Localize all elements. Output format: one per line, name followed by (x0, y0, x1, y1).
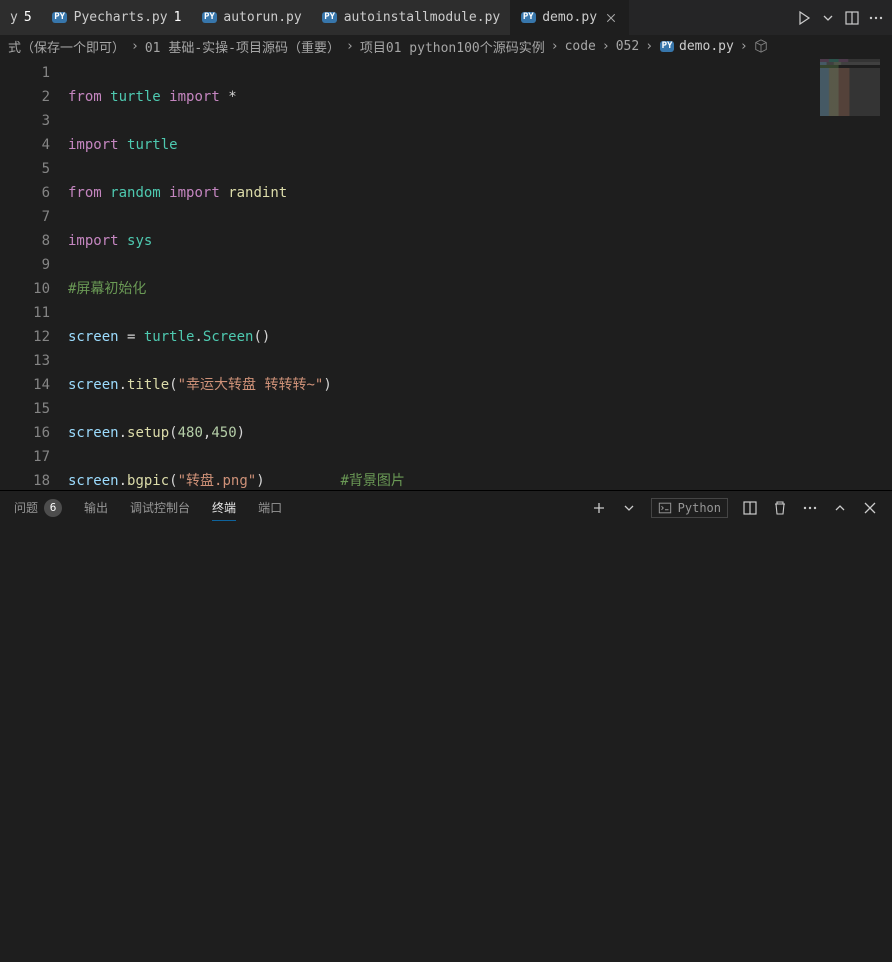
terminal-kind[interactable]: Python (651, 498, 728, 518)
split-editor-icon[interactable] (844, 10, 860, 26)
line-number: 16 (0, 421, 50, 445)
python-icon: PY (52, 10, 68, 26)
tab-label: Pyecharts.py (74, 10, 168, 25)
python-icon: PY (659, 38, 675, 54)
breadcrumb-file[interactable]: PY demo.py (659, 38, 734, 54)
run-button[interactable] (796, 10, 812, 26)
terminal-kind-label: Python (678, 501, 721, 515)
line-number: 2 (0, 85, 50, 109)
tab-autoinstallmodule[interactable]: PY autoinstallmodule.py (312, 0, 511, 35)
tab-label: autorun.py (223, 10, 301, 25)
tab-spacer (629, 0, 788, 35)
panel-tab-label: 问题 (14, 499, 38, 516)
python-icon: PY (322, 10, 338, 26)
terminal-body[interactable] (0, 524, 892, 962)
close-panel-icon[interactable] (862, 500, 878, 516)
line-number: 3 (0, 109, 50, 133)
panel-tab-debug[interactable]: 调试控制台 (130, 495, 190, 520)
panel-tabs: 问题 6 输出 调试控制台 终端 端口 Python (0, 491, 892, 524)
bottom-panel: 问题 6 输出 调试控制台 终端 端口 Python (0, 490, 892, 962)
panel-tab-problems[interactable]: 问题 6 (14, 495, 62, 521)
breadcrumbs: 式（保存一个即可） › 01 基础-实操-项目源码（重要） › 项目01 pyt… (0, 35, 892, 57)
chevron-right-icon: › (643, 39, 655, 54)
line-number: 17 (0, 445, 50, 469)
tab-modified-count: 5 (24, 10, 32, 25)
breadcrumb-item[interactable]: code (565, 39, 596, 54)
panel-tab-label: 调试控制台 (130, 499, 190, 516)
chevron-right-icon: › (549, 39, 561, 54)
line-number: 6 (0, 181, 50, 205)
cube-icon[interactable] (754, 39, 768, 53)
panel-tab-output[interactable]: 输出 (84, 495, 108, 520)
line-number: 8 (0, 229, 50, 253)
chevron-down-icon[interactable] (820, 10, 836, 26)
line-number: 14 (0, 373, 50, 397)
breadcrumb-item[interactable]: 式（保存一个即可） (8, 37, 125, 56)
line-gutter: 1 2 3 4 5 6 7 8 9 10 11 12 13 14 15 16 1… (0, 57, 68, 490)
tab-demo[interactable]: PY demo.py (510, 0, 629, 35)
line-number: 10 (0, 277, 50, 301)
line-number: 18 (0, 469, 50, 490)
python-icon: PY (201, 10, 217, 26)
line-number: 13 (0, 349, 50, 373)
line-number: 11 (0, 301, 50, 325)
line-number: 4 (0, 133, 50, 157)
editor-actions (788, 0, 892, 35)
breadcrumb-label: demo.py (679, 39, 734, 54)
chevron-down-icon[interactable] (621, 500, 637, 516)
panel-actions: Python (591, 498, 878, 518)
tab-label: autoinstallmodule.py (344, 10, 501, 25)
panel-tab-label: 输出 (84, 499, 108, 516)
chevron-right-icon: › (344, 39, 356, 54)
line-number: 15 (0, 397, 50, 421)
line-number: 1 (0, 61, 50, 85)
code-area[interactable]: from turtle import * import turtle from … (68, 57, 892, 490)
tab-label: y (10, 10, 18, 25)
breadcrumb-item[interactable]: 项目01 python100个源码实例 (360, 37, 545, 56)
panel-tab-ports[interactable]: 端口 (258, 495, 282, 520)
close-icon[interactable] (603, 10, 619, 26)
line-number: 5 (0, 157, 50, 181)
editor-tabs: y 5 PY Pyecharts.py 1 PY autorun.py PY a… (0, 0, 892, 35)
tab-label: demo.py (542, 10, 597, 25)
line-number: 7 (0, 205, 50, 229)
tab-modified-count: 1 (174, 10, 182, 25)
more-icon[interactable] (802, 500, 818, 516)
breadcrumb-item[interactable]: 01 基础-实操-项目源码（重要） (145, 37, 340, 56)
more-icon[interactable] (868, 10, 884, 26)
chevron-up-icon[interactable] (832, 500, 848, 516)
trash-icon[interactable] (772, 500, 788, 516)
panel-tab-terminal[interactable]: 终端 (212, 495, 236, 521)
editor[interactable]: 1 2 3 4 5 6 7 8 9 10 11 12 13 14 15 16 1… (0, 57, 892, 490)
tab-autorun[interactable]: PY autorun.py (191, 0, 311, 35)
line-number: 12 (0, 325, 50, 349)
new-terminal-button[interactable] (591, 500, 607, 516)
line-number: 9 (0, 253, 50, 277)
breadcrumb-item[interactable]: 052 (616, 39, 639, 54)
tab-pyecharts[interactable]: PY Pyecharts.py 1 (42, 0, 192, 35)
chevron-right-icon: › (738, 39, 750, 54)
problems-count-badge: 6 (44, 499, 62, 517)
panel-tab-label: 终端 (212, 499, 236, 516)
chevron-right-icon: › (129, 39, 141, 54)
python-icon: PY (520, 10, 536, 26)
tab-truncated[interactable]: y 5 (0, 0, 42, 35)
panel-tab-label: 端口 (258, 499, 282, 516)
split-terminal-icon[interactable] (742, 500, 758, 516)
terminal-icon (658, 501, 672, 515)
chevron-right-icon: › (600, 39, 612, 54)
